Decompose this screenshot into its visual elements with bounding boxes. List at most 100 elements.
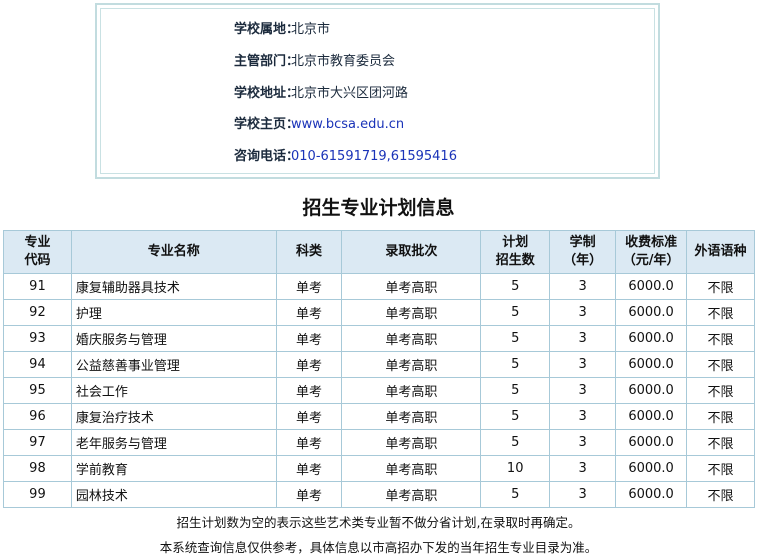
table-cell: 单考高职 — [341, 481, 482, 508]
table-cell: 6000.0 — [615, 429, 688, 456]
table-cell: 5 — [480, 351, 551, 378]
table-cell: 98 — [3, 455, 72, 482]
table-cell: 单考 — [275, 325, 343, 352]
column-header: 录取批次 — [341, 230, 482, 274]
table-cell: 3 — [549, 455, 617, 482]
column-header: 计划 招生数 — [480, 230, 551, 274]
table-cell: 6000.0 — [615, 325, 688, 352]
note-plan-blank: 招生计划数为空的表示这些艺术类专业暂不做分省计划,在录取时再确定。 — [176, 515, 581, 530]
info-link[interactable]: www.bcsa.edu.cn — [291, 113, 404, 137]
table-cell: 3 — [549, 325, 617, 352]
table-cell: 6000.0 — [615, 299, 688, 326]
enrollment-plan-table: 专业 代码 专业名称 科类 录取批次 计划 招生数 学制 （年） 收费标准 （元/年） 外语语… — [3, 230, 755, 508]
table-row: 95 社会工作 单考 单考高职 5 3 6000.0 不限 — [3, 377, 755, 404]
table-cell: 老年服务与管理 — [70, 429, 277, 456]
table-cell: 6000.0 — [615, 351, 688, 378]
table-cell: 不限 — [686, 325, 755, 352]
column-header: 科类 — [275, 230, 343, 274]
info-row: 学校属地： 北京市 — [97, 18, 658, 42]
info-label: 咨询电话： — [233, 149, 299, 164]
table-cell: 92 — [3, 299, 72, 326]
table-cell: 5 — [480, 299, 551, 326]
table-row: 93 婚庆服务与管理 单考 单考高职 5 3 6000.0 不限 — [3, 325, 755, 352]
info-label: 学校地址： — [233, 86, 299, 101]
table-cell: 94 — [3, 351, 72, 378]
table-cell: 不限 — [686, 299, 755, 326]
table-cell: 6000.0 — [615, 273, 688, 300]
table-cell: 单考 — [275, 377, 343, 404]
table-cell: 5 — [480, 429, 551, 456]
table-header-row: 专业 代码 专业名称 科类 录取批次 计划 招生数 学制 （年） 收费标准 （元/年） 外语语… — [3, 230, 755, 274]
school-info-box: 学校属地： 北京市 主管部门： 北京市教育委员会 学校地址： 北京市大兴区团河路 学校主页：… — [95, 3, 660, 179]
table-cell: 6000.0 — [615, 455, 688, 482]
info-label: 学校属地： — [233, 22, 299, 37]
table-row: 96 康复治疗技术 单考 单考高职 5 3 6000.0 不限 — [3, 403, 755, 430]
column-header: 收费标准 （元/年） — [615, 230, 688, 274]
table-cell: 单考 — [275, 273, 343, 300]
info-value: 北京市 — [291, 22, 331, 37]
table-cell: 99 — [3, 481, 72, 508]
table-cell: 5 — [480, 403, 551, 430]
table-cell: 6000.0 — [615, 377, 688, 404]
info-link[interactable]: 010-61591719,61595416 — [291, 145, 457, 169]
table-cell: 康复辅助器具技术 — [70, 273, 277, 300]
info-value: 北京市教育委员会 — [291, 54, 396, 69]
table-cell: 婚庆服务与管理 — [70, 325, 277, 352]
column-header: 学制 （年） — [549, 230, 617, 274]
table-cell: 不限 — [686, 403, 755, 430]
table-cell: 单考高职 — [341, 273, 482, 300]
column-header: 外语语种 — [686, 230, 755, 274]
table-cell: 3 — [549, 481, 617, 508]
table-cell: 3 — [549, 377, 617, 404]
table-row: 97 老年服务与管理 单考 单考高职 5 3 6000.0 不限 — [3, 429, 755, 456]
table-cell: 5 — [480, 273, 551, 300]
note-disclaimer: 本系统查询信息仅供参考，具体信息以市高招办下发的当年招生专业目录为准。 — [159, 540, 598, 555]
table-cell: 单考高职 — [341, 351, 482, 378]
table-cell: 护理 — [70, 299, 277, 326]
table-cell: 93 — [3, 325, 72, 352]
table-cell: 社会工作 — [70, 377, 277, 404]
table-cell: 5 — [480, 377, 551, 404]
table-cell: 不限 — [686, 273, 755, 300]
table-cell: 不限 — [686, 429, 755, 456]
table-cell: 不限 — [686, 455, 755, 482]
table-cell: 单考 — [275, 481, 343, 508]
table-cell: 不限 — [686, 351, 755, 378]
table-cell: 96 — [3, 403, 72, 430]
table-cell: 不限 — [686, 377, 755, 404]
section-title: 招生专业计划信息 — [302, 197, 455, 219]
info-label: 学校主页： — [233, 117, 299, 132]
table-cell: 3 — [549, 273, 617, 300]
table-cell: 康复治疗技术 — [70, 403, 277, 430]
table-row: 94 公益慈善事业管理 单考 单考高职 5 3 6000.0 不限 — [3, 351, 755, 378]
table-cell: 单考 — [275, 299, 343, 326]
table-cell: 6000.0 — [615, 481, 688, 508]
table-row: 98 学前教育 单考 单考高职 10 3 6000.0 不限 — [3, 455, 755, 482]
table-row: 92 护理 单考 单考高职 5 3 6000.0 不限 — [3, 299, 755, 326]
table-cell: 单考 — [275, 351, 343, 378]
table-row: 99 园林技术 单考 单考高职 5 3 6000.0 不限 — [3, 481, 755, 508]
table-cell: 3 — [549, 351, 617, 378]
table-cell: 5 — [480, 481, 551, 508]
table-cell: 园林技术 — [70, 481, 277, 508]
info-value: 北京市大兴区团河路 — [291, 86, 409, 101]
table-cell: 公益慈善事业管理 — [70, 351, 277, 378]
table-cell: 91 — [3, 273, 72, 300]
table-cell: 3 — [549, 429, 617, 456]
info-row: 咨询电话： 010-61591719,61595416 — [97, 145, 658, 169]
info-row: 学校地址： 北京市大兴区团河路 — [97, 82, 658, 106]
table-cell: 单考 — [275, 455, 343, 482]
info-row: 学校主页： www.bcsa.edu.cn — [97, 113, 658, 137]
table-cell: 3 — [549, 403, 617, 430]
table-cell: 3 — [549, 299, 617, 326]
table-row: 91 康复辅助器具技术 单考 单考高职 5 3 6000.0 不限 — [3, 273, 755, 300]
table-cell: 单考高职 — [341, 325, 482, 352]
info-label: 主管部门： — [233, 54, 299, 69]
table-cell: 单考高职 — [341, 377, 482, 404]
table-cell: 不限 — [686, 481, 755, 508]
table-cell: 学前教育 — [70, 455, 277, 482]
table-cell: 单考高职 — [341, 455, 482, 482]
table-cell: 单考高职 — [341, 403, 482, 430]
table-cell: 97 — [3, 429, 72, 456]
info-row: 主管部门： 北京市教育委员会 — [97, 50, 658, 74]
